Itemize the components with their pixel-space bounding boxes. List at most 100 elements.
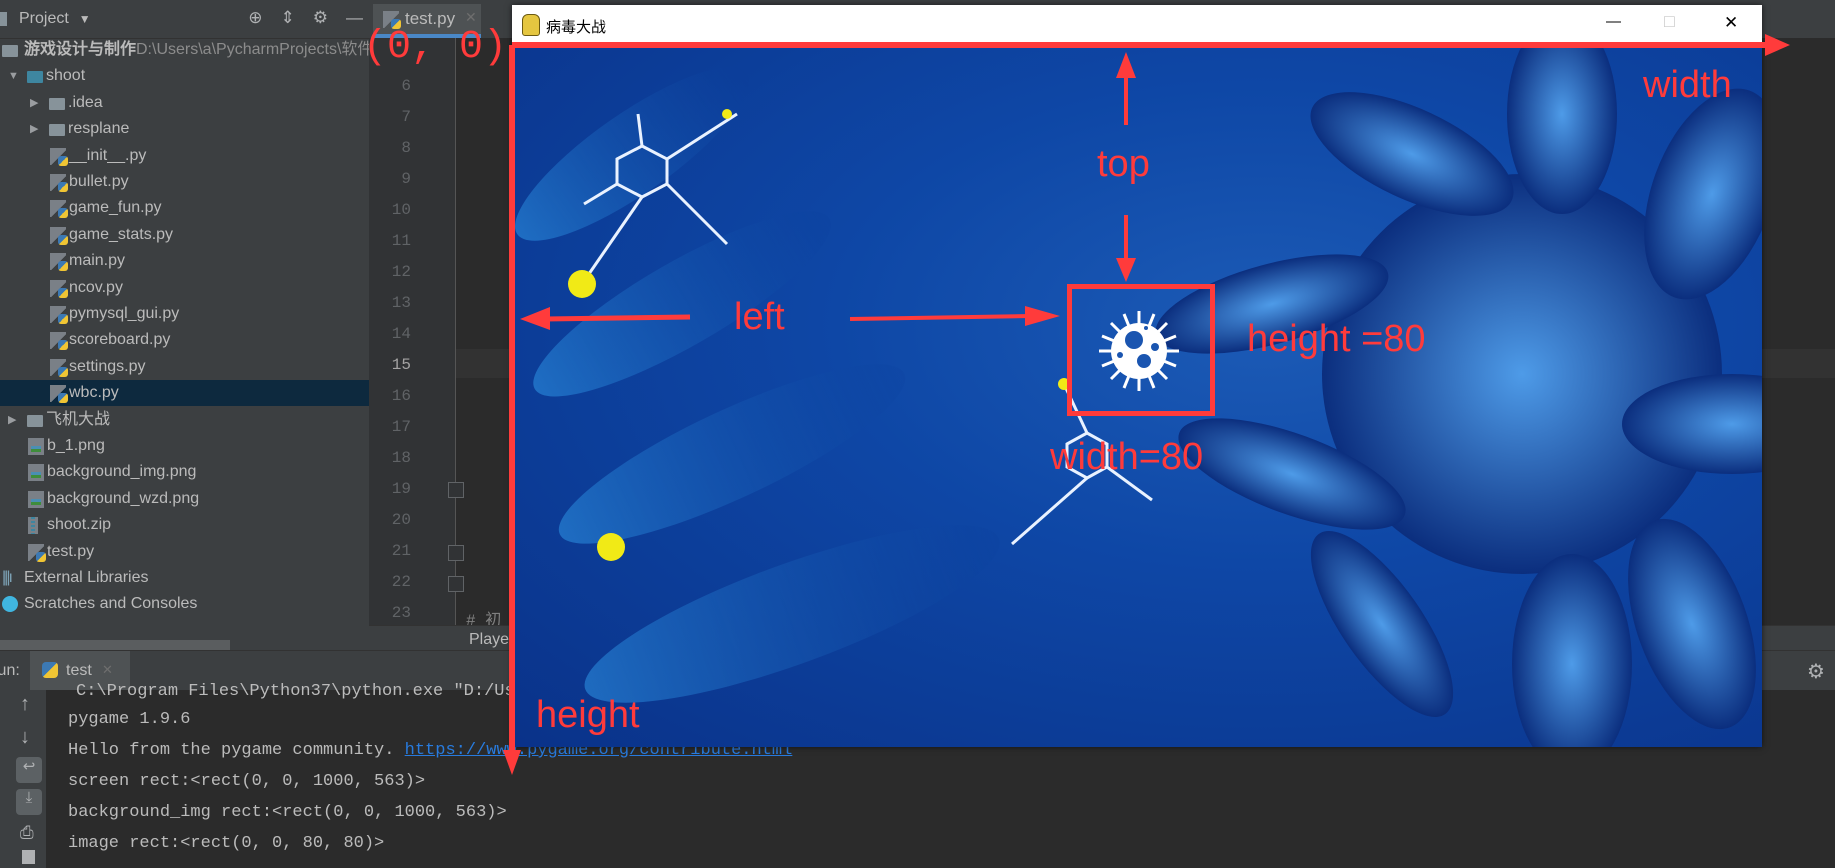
tree-item-external-libraries[interactable]: |||ı External Libraries <box>0 565 369 591</box>
collapse-all-icon[interactable]: ⇕ <box>281 8 295 28</box>
tree-item-b-1-png[interactable]: b_1.png <box>0 433 369 459</box>
line-number: 7 <box>401 108 411 126</box>
expand-arrow-down-icon[interactable]: ▼ <box>8 63 19 89</box>
gear-icon[interactable]: ⚙ <box>313 8 328 28</box>
scratches-icon <box>2 596 18 613</box>
tree-item-main-py[interactable]: main.py <box>0 248 369 274</box>
minimize-panel-icon[interactable]: — <box>346 8 363 28</box>
tree-item-label: scoreboard.py <box>69 331 171 349</box>
image-file-icon <box>28 490 44 508</box>
zip-file-icon <box>28 517 38 535</box>
horizontal-scrollbar[interactable] <box>0 640 230 650</box>
image-file-icon <box>28 464 44 482</box>
tree-item-label: 游戏设计与制作 <box>24 41 137 58</box>
tree-item-resplane[interactable]: ▶ resplane <box>0 116 369 142</box>
folder-icon <box>49 97 65 110</box>
tree-item-background-img-png[interactable]: background_img.png <box>0 459 369 485</box>
top-label: top <box>1097 143 1150 185</box>
line-number: 23 <box>391 604 411 622</box>
soft-wrap-icon[interactable]: ↩ <box>16 757 42 783</box>
tree-item-game-fun-py[interactable]: game_fun.py <box>0 195 369 221</box>
tree-item-wbc-py[interactable]: wbc.py <box>0 380 369 407</box>
project-view-selector[interactable]: Project <box>19 10 69 28</box>
python-file-icon <box>50 306 68 324</box>
game-window[interactable]: 病毒大战 — □ ✕ <box>512 5 1762 747</box>
line-number-gutter: 6 7 8 9 10 11 12 13 14 15 16 17 18 19 20 21 22 23 <box>369 38 456 635</box>
folder-icon <box>49 124 65 137</box>
scroll-to-end-icon[interactable]: ⤓ <box>16 789 42 815</box>
tree-item-game-stats-py[interactable]: game_stats.py <box>0 222 369 248</box>
tree-item-label: game_fun.py <box>69 199 162 217</box>
tree-item-label: background_wzd.png <box>47 489 200 507</box>
folder-icon <box>27 414 43 427</box>
fold-marker-icon[interactable] <box>448 545 464 561</box>
folder-icon <box>27 71 43 84</box>
tree-item-scoreboard-py[interactable]: scoreboard.py <box>0 327 369 353</box>
tree-item-label: bullet.py <box>69 173 129 190</box>
maximize-button[interactable]: □ <box>1664 11 1675 32</box>
line-number: 11 <box>391 232 411 250</box>
python-file-icon <box>28 543 46 562</box>
tree-item-shoot-zip[interactable]: shoot.zip <box>0 512 369 538</box>
python-file-icon <box>50 200 68 219</box>
down-arrow-icon[interactable]: ↓ <box>20 726 30 749</box>
project-panel-header: Project ▼ ⊕ ⇕ ⚙ — <box>0 0 369 39</box>
tree-item-idea[interactable]: ▶ .idea <box>0 90 369 116</box>
image-file-icon <box>28 438 44 455</box>
console-line: screen rect:<rect(0, 0, 1000, 563)> <box>68 772 426 791</box>
fold-marker-icon[interactable] <box>448 576 464 592</box>
python-file-icon <box>50 174 68 192</box>
console-line: pygame 1.9.6 <box>68 710 191 729</box>
line-number: 17 <box>391 418 411 436</box>
python-file-icon <box>50 147 68 166</box>
project-view-icon <box>0 12 7 26</box>
line-number: 13 <box>391 294 411 312</box>
close-tab-icon[interactable]: ✕ <box>102 662 113 678</box>
close-button[interactable]: ✕ <box>1724 13 1738 33</box>
line-number: 15 <box>391 356 411 374</box>
close-tab-icon[interactable]: ✕ <box>465 9 477 26</box>
tree-item-pymysql-gui-py[interactable]: pymysql_gui.py <box>0 301 369 327</box>
print-icon[interactable]: ⎙ <box>20 823 34 843</box>
minimize-button[interactable]: — <box>1606 13 1621 30</box>
console-line: C:\Program Files\Python37\python.exe "D:… <box>76 682 515 701</box>
tree-item-label: shoot <box>46 67 86 85</box>
breadcrumb-text[interactable]: Playe <box>469 631 509 649</box>
expand-arrow-right-icon[interactable]: ▶ <box>30 90 38 116</box>
tree-item-settings-py[interactable]: settings.py <box>0 354 369 380</box>
line-number: 10 <box>391 201 411 219</box>
tree-item-scratches-and-consoles[interactable]: Scratches and Consoles <box>0 591 369 617</box>
gear-icon[interactable]: ⚙ <box>1807 659 1825 684</box>
tree-item-test-py[interactable]: test.py <box>0 539 369 565</box>
virus-sprite-icon[interactable] <box>1094 306 1184 396</box>
python-file-icon <box>50 253 68 272</box>
library-icon: |||ı <box>2 569 13 586</box>
tree-item-init-py[interactable]: __init__.py <box>0 143 369 169</box>
tree-item-shoot[interactable]: ▼ shoot <box>0 63 369 89</box>
project-panel: Project ▼ ⊕ ⇕ ⚙ — 游戏设计与制作 D:\Users\a\Pych… <box>0 0 373 650</box>
width-label: width <box>1643 64 1732 106</box>
line-number: 21 <box>391 542 411 560</box>
tree-root-folder[interactable]: 游戏设计与制作 D:\Users\a\PycharmProjects\软件 <box>0 37 373 63</box>
chevron-down-icon[interactable]: ▼ <box>79 12 91 26</box>
line-number: 14 <box>391 325 411 343</box>
up-arrow-icon[interactable]: ↑ <box>20 693 30 716</box>
tree-item-background-wzd-png[interactable]: background_wzd.png <box>0 486 369 512</box>
python-file-icon <box>50 385 68 404</box>
fold-marker-icon[interactable] <box>448 482 464 498</box>
line-number: 9 <box>401 170 411 188</box>
tree-item-bullet-py[interactable]: bullet.py <box>0 169 369 195</box>
project-path: D:\Users\a\PycharmProjects\软件 <box>136 41 374 58</box>
expand-arrow-right-icon[interactable]: ▶ <box>8 407 16 433</box>
tree-item-label: shoot.zip <box>47 516 112 534</box>
tree-item-ncov-py[interactable]: ncov.py <box>0 275 369 301</box>
expand-arrow-right-icon[interactable]: ▶ <box>30 116 38 142</box>
tree-item-[interactable]: ▶ 飞机大战 <box>0 407 369 433</box>
line-number: 16 <box>391 387 411 405</box>
tree-item-label: __init__.py <box>69 146 147 164</box>
sprite-width-label: width=80 <box>1050 436 1204 478</box>
tree-item-label: .idea <box>68 93 103 111</box>
trash-icon[interactable] <box>22 850 35 864</box>
locate-icon[interactable]: ⊕ <box>248 8 262 28</box>
game-window-titlebar[interactable]: 病毒大战 — □ ✕ <box>512 5 1762 44</box>
